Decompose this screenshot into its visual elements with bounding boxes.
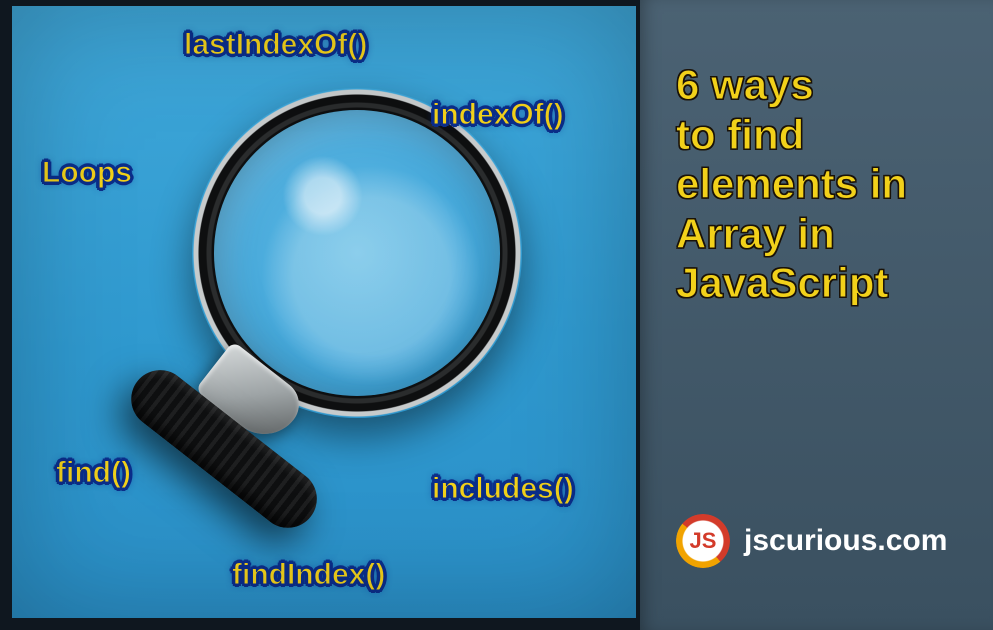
site-attribution: JS jscurious.com (676, 514, 947, 568)
title-line: 6 ways (676, 60, 965, 110)
method-lastindexof: lastIndexOf() (184, 28, 367, 62)
left-panel: lastIndexOf() indexOf() Loops find() inc… (0, 0, 640, 630)
method-includes: includes() (432, 472, 574, 506)
right-panel: 6 ways to find elements in Array in Java… (640, 0, 993, 630)
title-line: to find (676, 110, 965, 160)
title-line: Array in (676, 209, 965, 259)
method-loops: Loops (42, 156, 132, 190)
lens-glass (214, 110, 500, 396)
site-logo-icon: JS (676, 514, 730, 568)
method-find: find() (56, 456, 131, 490)
logo-text: JS (690, 528, 717, 554)
method-indexof: indexOf() (432, 98, 564, 132)
banner-title: 6 ways to find elements in Array in Java… (676, 60, 965, 308)
site-name: jscurious.com (744, 524, 947, 558)
banner-stage: lastIndexOf() indexOf() Loops find() inc… (0, 0, 993, 630)
magnifying-glass (132, 88, 552, 608)
title-line: JavaScript (676, 258, 965, 308)
method-findindex: findIndex() (232, 558, 385, 592)
title-line: elements in (676, 159, 965, 209)
